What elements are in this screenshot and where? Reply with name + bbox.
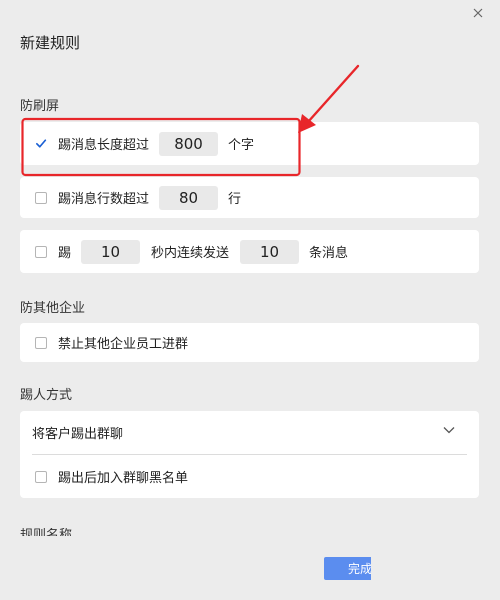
consecutive-label-suffix: 条消息	[309, 246, 349, 261]
close-button[interactable]	[468, 3, 488, 23]
section-label-rule-name: 规则名称	[20, 528, 73, 536]
consecutive-label-prefix: 踢	[58, 246, 72, 261]
message-lines-checkbox[interactable]	[35, 191, 47, 204]
message-length-unit: 个字	[228, 138, 255, 153]
consecutive-label-middle: 秒内连续发送	[151, 246, 230, 261]
message-length-input[interactable]: 800	[159, 131, 219, 156]
close-icon	[473, 8, 483, 18]
section-label-anti-other-company: 防其他企业	[20, 301, 86, 316]
ban-other-company-checkbox[interactable]	[35, 336, 47, 349]
check-icon	[36, 139, 47, 148]
message-length-label: 踢消息长度超过	[58, 138, 150, 153]
kick-method-card: 将客户踢出群聊 踢出后加入群聊黑名单	[20, 411, 479, 498]
dialog-title: 新建规则	[20, 34, 81, 52]
chevron-down-icon	[443, 427, 455, 434]
consecutive-count-input[interactable]: 10	[240, 239, 300, 264]
blacklist-label: 踢出后加入群聊黑名单	[58, 471, 189, 486]
message-lines-input[interactable]: 80	[159, 185, 219, 210]
section-label-kick-method: 踢人方式	[20, 388, 73, 403]
message-length-checkbox[interactable]	[35, 138, 47, 150]
message-lines-unit: 行	[228, 192, 242, 207]
message-lines-label: 踢消息行数超过	[58, 192, 150, 207]
consecutive-seconds-input[interactable]: 10	[81, 239, 141, 264]
blacklist-checkbox[interactable]	[35, 470, 47, 483]
rule-card-ban-other-company: 禁止其他企业员工进群	[20, 323, 479, 362]
kick-method-select[interactable]: 将客户踢出群聊	[20, 411, 479, 454]
section-label-anti-spam: 防刷屏	[20, 99, 60, 114]
rule-card-message-lines: 踢消息行数超过 80 行	[20, 177, 479, 218]
kick-method-selected: 将客户踢出群聊	[32, 427, 124, 442]
rule-card-consecutive: 踢 10 秒内连续发送 10 条消息	[20, 230, 479, 273]
done-button[interactable]: 完成	[324, 557, 371, 580]
rule-card-message-length: 踢消息长度超过 800 个字	[20, 122, 479, 165]
consecutive-checkbox[interactable]	[35, 245, 47, 258]
ban-other-company-label: 禁止其他企业员工进群	[58, 337, 189, 352]
